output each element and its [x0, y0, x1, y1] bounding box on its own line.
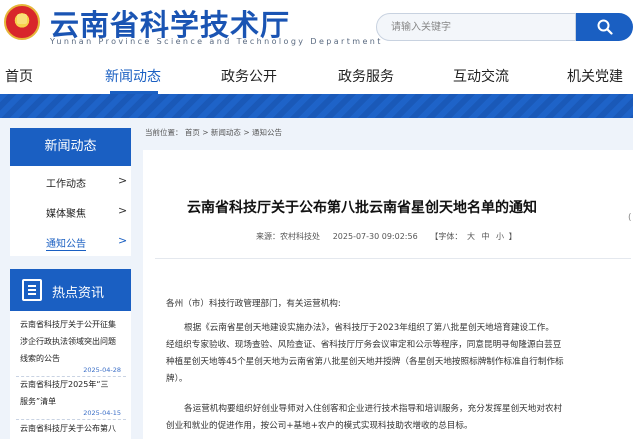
sidebar-title: 新闻动态: [10, 128, 131, 166]
breadcrumb[interactable]: 当前位置： 首页 > 新闻动态 > 通知公告: [145, 127, 282, 138]
article-paragraph-line: 创业和就业的促进作用，按公司+基地+农户的模式实现科技助农增收的总目标。: [166, 421, 473, 431]
nav-home[interactable]: 首页: [5, 66, 33, 86]
hot-news-list: 云南省科技厅关于公开征集 涉企行政执法领域突出问题 线索的公告 2025-04-…: [10, 311, 131, 439]
hot-news-line: 涉企行政执法领域突出问题: [20, 337, 116, 346]
decorative-banner: [0, 94, 633, 118]
hot-news-line: 线索的公告: [20, 354, 60, 363]
sidebar-item-notices[interactable]: 通知公告 >: [10, 226, 131, 256]
article-paragraph-line: 种植星创天地等45个星创天地为云南省第八批星创天地并授牌（各星创天地按照标牌制作…: [166, 357, 564, 367]
hot-news-line: 服务”清单: [20, 397, 57, 406]
hot-news-date: 2025-04-28: [83, 366, 121, 374]
article-paragraph-line: 根据《云南省星创天地建设实施办法》，省科技厅于2023年组织了第八批星创天地培育…: [184, 323, 554, 333]
article-date: 2025-07-30 09:02:56: [332, 232, 418, 241]
hot-news-title: 热点资讯: [52, 286, 105, 301]
search-button[interactable]: [576, 13, 633, 41]
chevron-right-icon: >: [118, 234, 128, 247]
site-subtitle: Yunnan Province Science and Technology D…: [50, 37, 383, 46]
article-greeting: 各州（市）科技行政管理部门，有关运营机构:: [166, 299, 341, 309]
font-size-medium[interactable]: 中: [482, 232, 490, 241]
article-paragraph-line: 各运营机构要组织好创业导师对入住创客和企业进行技术指导和培训服务，充分发挥星创天…: [184, 404, 563, 414]
divider: [155, 258, 631, 259]
hot-news-header: 热点资讯: [10, 269, 131, 311]
hot-news-item[interactable]: 云南省科技厅关于公布第八: [20, 420, 128, 437]
hot-news-line: 云南省科技厅2025年“三: [20, 380, 109, 389]
hot-news-date: 2025-04-15: [83, 409, 121, 417]
sidebar-item-media-focus[interactable]: 媒体聚焦 >: [10, 196, 131, 226]
sidebar-item-label: 通知公告: [46, 235, 86, 251]
font-size-close: 】: [508, 232, 517, 241]
chevron-right-icon: >: [118, 174, 128, 187]
hot-news-line: 云南省科技厅关于公布第八: [20, 424, 116, 433]
nav-news[interactable]: 新闻动态: [105, 66, 161, 86]
sidebar-item-label: 工作动态: [46, 179, 86, 190]
article-panel: 云南省科技厅关于公布第八批云南省星创天地名单的通知 ( 来源：农村科技处 202…: [143, 150, 633, 439]
nav-government-affairs[interactable]: 政务公开: [221, 66, 277, 86]
font-size-small[interactable]: 小: [496, 232, 504, 241]
newspaper-icon: [22, 279, 42, 301]
hot-news-item[interactable]: 云南省科技厅2025年“三 服务”清单: [20, 376, 128, 410]
hot-news-item[interactable]: 云南省科技厅关于公开征集 涉企行政执法领域突出问题 线索的公告: [20, 316, 128, 367]
article-paragraph-line: 经组织专家验收、现场查验、风险查证、省科技厅厅务会议审定和公示等程序，同意昆明寻…: [166, 340, 562, 350]
font-size-label: 【字体：: [430, 232, 463, 241]
hot-news-line: 云南省科技厅关于公开征集: [20, 320, 116, 329]
scroll-edge-icon: (: [628, 213, 632, 223]
chevron-right-icon: >: [118, 204, 128, 217]
sidebar-menu: 工作动态 > 媒体聚焦 > 通知公告 >: [10, 166, 131, 256]
national-emblem-icon: [4, 4, 40, 40]
nav-interaction[interactable]: 互动交流: [453, 66, 509, 86]
main-nav: 首页 新闻动态 政务公开 政务服务 互动交流 机关党建: [0, 54, 633, 94]
search-icon: [597, 19, 613, 35]
sidebar-item-label: 媒体聚焦: [46, 209, 86, 220]
article-title: 云南省科技厅关于公布第八批云南省星创天地名单的通知: [187, 200, 537, 216]
sidebar-item-work-news[interactable]: 工作动态 >: [10, 166, 131, 196]
nav-party-building[interactable]: 机关党建: [567, 66, 623, 86]
font-size-large[interactable]: 大: [467, 232, 475, 241]
site-header: 云南省科学技术厅 Yunnan Province Science and Tec…: [0, 0, 633, 54]
article-paragraph-line: 牌）。: [166, 374, 188, 384]
article-meta: 来源：农村科技处 2025-07-30 09:02:56 【字体： 大 中 小 …: [256, 231, 517, 242]
nav-government-services[interactable]: 政务服务: [338, 66, 394, 86]
article-source: 来源：农村科技处: [256, 232, 320, 241]
search-input[interactable]: [376, 13, 576, 41]
